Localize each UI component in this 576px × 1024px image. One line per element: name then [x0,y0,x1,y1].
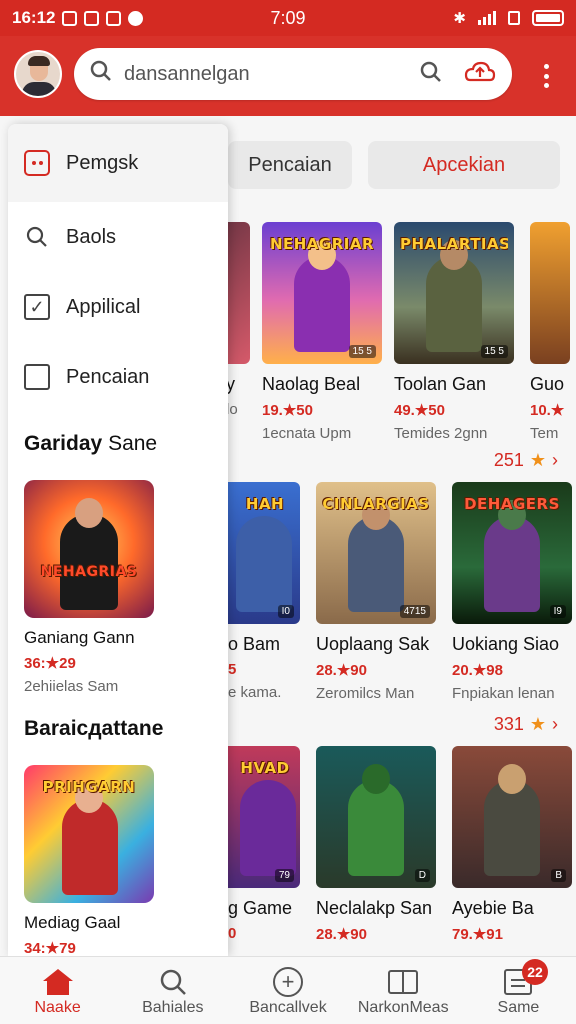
nav-item-home[interactable]: Naake [0,957,115,1024]
chip-apcekian[interactable]: Apcekian [368,141,560,189]
add-circle-icon: + [273,965,303,999]
game-subtitle: 1ecnata Upm [262,425,352,442]
game-rating: 34:★79 [24,940,76,956]
avatar[interactable] [14,50,62,98]
game-rating: 36:★29 [24,655,76,672]
star-icon: ★ [529,714,546,734]
bottom-navigation: Naake Bahiales + Bancallvek NarkonMeas 2… [0,956,576,1024]
search-input[interactable]: dansannelgan [124,63,420,86]
drawer-item-label: Baols [66,225,117,248]
lock-icon [508,11,520,25]
game-rating: 28.★90 [316,926,367,943]
game-subtitle: Fnpiakan lenan [452,685,555,702]
game-artwork: PRIHGARN [24,765,154,903]
book-icon [388,965,419,999]
game-title: Uoplaang Sak [316,634,430,654]
nav-item-search[interactable]: Bahiales [115,957,230,1024]
bluetooth-icon: ✱ [453,10,466,27]
search-icon [24,224,50,250]
section-count: 251 ★ › [493,450,558,471]
drawer-item-appilical[interactable]: ✓ Appilical [8,272,228,342]
game-artwork: PHALARTIAS 15 5 [394,222,514,364]
drawer-item-pencaian[interactable]: Pencaian [8,342,228,412]
game-title: Uokiang Siao [452,634,560,654]
nav-label: Same [497,998,540,1016]
sim-icon [62,10,78,26]
game-subtitle: Zeromilcs Man [316,685,415,702]
drawer-item-label: Pemgsk [66,151,139,174]
game-artwork: DEHAGERS I9 [452,482,572,624]
checkbox-icon[interactable] [24,364,50,390]
search-icon [159,965,187,999]
game-artwork: CINLARGIAS 4715 [316,482,436,624]
game-tile[interactable]: DEHAGERS I9 Uokiang Siao 20.★98 Fnpiakan… [452,482,572,702]
top-app-bar: dansannelgan [0,36,576,116]
game-tile[interactable]: PHALARTIAS 15 5 Toolan Gan 49.★50 Temide… [394,222,514,442]
battery-icon [532,10,564,26]
game-rating: 28.★90 [316,662,367,679]
game-tile[interactable]: D Neclalakp San 28.★90 [316,746,436,943]
drawer-item-pemgsk[interactable]: Pemgsk [8,124,228,202]
game-subtitle: Temides 2gnn [394,425,488,442]
status-time-left: 16:12 [12,8,56,27]
game-tile[interactable]: NEHAGRIAR 15 5 Naolag Beal 19.★50 1ecnat… [262,222,382,442]
game-artwork: NEHAGRIAR 15 5 [262,222,382,364]
signal-icon [478,11,496,25]
game-title: Neclalakp San [316,898,433,918]
home-icon [42,965,73,999]
app-root: 16:12 7:09 ✱ dansannelgan Pencaian Apcek… [0,0,576,1024]
more-vert-icon[interactable] [542,64,550,88]
upload-cloud-icon[interactable] [462,60,496,89]
star-icon: ★ [529,450,546,470]
nav-label: Bancallvek [249,998,327,1016]
game-tile[interactable]: B Ayebie Ba 79.★91 [452,746,572,943]
nav-label: Naake [34,998,81,1016]
game-subtitle: 2ehiielas Sam [24,678,119,695]
game-artwork: NEHAGRIAS [24,480,154,618]
drawer-game-card[interactable]: NEHAGRIAS Ganiang Gann 36:★29 2ehiielas … [8,480,228,695]
game-tile[interactable]: Guo 10.★ Tem [530,222,576,442]
nav-label: NarkonMeas [357,998,449,1016]
game-title: Mediag Gaal [24,913,121,932]
search-icon[interactable] [420,61,442,88]
game-rating: 20.★98 [452,662,503,679]
drawer-game-card[interactable]: PRIHGARN Mediag Gaal 34:★79 [8,765,228,956]
nav-item-news[interactable]: 22 Same [461,957,576,1024]
game-title: Ganiang Gann [24,628,135,647]
nav-item-library[interactable]: NarkonMeas [346,957,461,1024]
image-icon [106,10,122,26]
game-rating: 19.★50 [262,402,313,419]
status-bar: 16:12 7:09 ✱ [0,0,576,36]
game-rating: 49.★50 [394,402,445,419]
navigation-drawer: Pemgsk Baols ✓ Appilical Pencaian Garida… [8,124,228,956]
notification-badge: 22 [522,959,549,985]
drawer-section-heading: Gariday Sane [24,432,158,455]
location-icon [128,10,144,26]
game-title: Naolag Beal [262,374,361,394]
notification-icon [84,10,100,26]
section-count: 331 ★ › [493,714,558,735]
search-bar[interactable]: dansannelgan [74,48,512,100]
drawer-item-label: Pencaian [66,365,150,388]
nav-label: Bahiales [142,998,204,1016]
chip-pencaian[interactable]: Pencaian [228,141,352,189]
chevron-right-icon[interactable]: › [552,450,558,471]
nav-item-add[interactable]: + Bancallvek [230,957,345,1024]
checkbox-checked-icon[interactable]: ✓ [24,294,50,320]
game-artwork: D [316,746,436,888]
drawer-item-baols[interactable]: Baols [8,202,228,272]
game-tile[interactable]: CINLARGIAS 4715 Uoplaang Sak 28.★90 Zero… [316,482,436,702]
game-title: Toolan Gan [394,374,487,394]
game-rating: 79.★91 [452,926,503,943]
game-title: Ayebie Ba [452,898,534,918]
app-icon [24,150,50,176]
game-artwork: B [452,746,572,888]
drawer-item-label: Appilical [66,295,141,318]
drawer-section-heading: Baraicдattane [24,717,164,740]
chevron-right-icon[interactable]: › [552,714,558,735]
search-icon [90,60,112,88]
